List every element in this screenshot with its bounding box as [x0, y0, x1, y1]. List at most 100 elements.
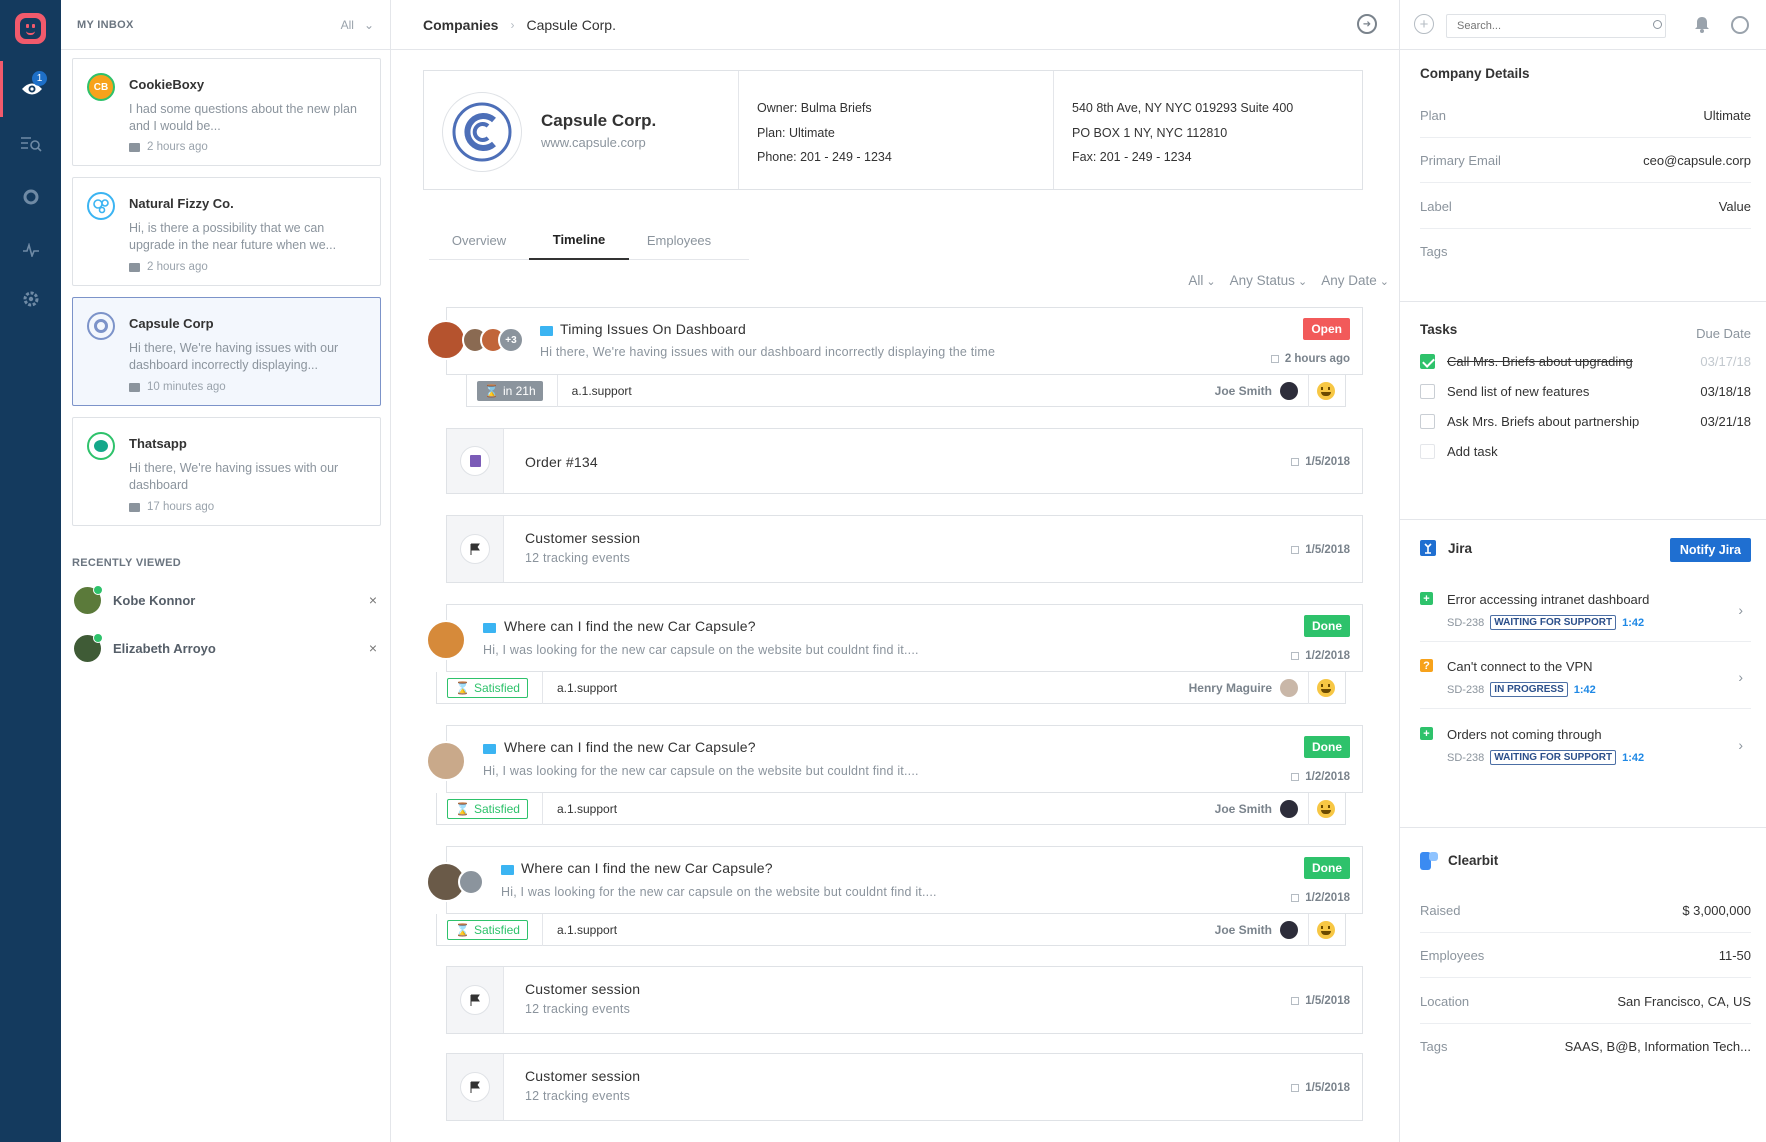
conversation-message: Hi there, We're having issues with our d… [129, 461, 339, 492]
close-icon[interactable]: × [364, 640, 382, 656]
notify-jira-button[interactable]: Notify Jira [1669, 538, 1751, 562]
add-task-link[interactable]: Add task [1447, 444, 1751, 459]
nav-search[interactable] [0, 116, 61, 172]
capsule-logo-icon [94, 319, 108, 333]
hourglass-icon: ⌛ [455, 922, 470, 937]
session-gutter [447, 1054, 504, 1120]
timeline-subtitle: 12 tracking events [525, 551, 631, 565]
conversation-card[interactable]: Natural Fizzy Co. Hi, is there a possibi… [72, 177, 381, 286]
timeline-session[interactable]: Customer session 12 tracking events 1/5/… [446, 966, 1363, 1034]
agent-avatar [1280, 920, 1298, 939]
avatar [426, 620, 466, 660]
tab-overview[interactable]: Overview [429, 220, 529, 260]
timeline-time: 1/5/2018 [1291, 1082, 1350, 1094]
right-panel: + Company Details Plan Ultimate Primary E… [1399, 0, 1766, 1142]
checkbox[interactable] [1420, 384, 1435, 399]
jira-issue[interactable]: + Orders not coming through SD-238 WAITIN… [1420, 717, 1751, 777]
timeline-order[interactable]: Order #134 1/5/2018 [446, 428, 1363, 494]
order-gutter [447, 429, 504, 493]
satisfied-text: Satisfied [473, 680, 520, 695]
pobox-text: PO BOX 1 NY, NYC 112810 [1072, 125, 1228, 140]
clearbit-key: Raised [1420, 902, 1461, 918]
tasks-section: Tasks Due Date Call Mrs. Briefs about up… [1400, 302, 1766, 520]
clearbit-value: $ 3,000,000 [1682, 902, 1751, 918]
timeline-conversation[interactable]: Where can I find the new Car Capsule? Hi… [446, 604, 1363, 672]
time-text: 1/5/2018 [1305, 1082, 1350, 1094]
timeline-snippet: Hi, I was looking for the new car capsul… [501, 885, 937, 899]
section-title: Clearbit [1448, 853, 1499, 868]
sla-text: in 21h [502, 383, 536, 398]
filter-date[interactable]: Any Date [1321, 273, 1389, 288]
calendar-icon [1291, 458, 1300, 466]
arrow-right-circle-icon[interactable]: ➜ [1357, 14, 1377, 34]
plus-icon[interactable]: + [1414, 14, 1434, 34]
agent-avatar [1280, 678, 1298, 697]
timeline-snippet: Hi there, We're having issues with our d… [540, 345, 996, 359]
plus-square-icon: + [1420, 727, 1433, 740]
detail-value[interactable]: ceo@capsule.corp [1643, 153, 1751, 168]
nav-reports[interactable] [0, 169, 61, 225]
close-icon[interactable]: × [364, 592, 382, 608]
agent-name: Joe Smith [1214, 801, 1272, 816]
timeline-conversation[interactable]: Where can I find the new Car Capsule? Hi… [446, 725, 1363, 793]
satisfied-tag: ⌛ Satisfied [447, 677, 528, 698]
breadcrumb-parent[interactable]: Companies [423, 17, 498, 33]
inbox-filter-dropdown[interactable]: All ⌄ [341, 18, 374, 32]
clearbit-key: Employees [1420, 947, 1485, 963]
jira-time: 1:42 [1573, 683, 1596, 696]
checkbox[interactable] [1420, 354, 1435, 369]
nav-activity[interactable] [0, 222, 61, 278]
search-input[interactable] [1446, 14, 1666, 38]
detail-value[interactable]: Value [1719, 199, 1751, 214]
smile-emoji-icon [1317, 381, 1335, 400]
time-text: 2 hours ago [147, 261, 208, 273]
timeline-subtitle: 12 tracking events [525, 1089, 631, 1103]
globe-icon[interactable] [1731, 16, 1749, 34]
task-item[interactable]: Send list of new features 03/18/18 [1420, 378, 1751, 405]
recent-item[interactable]: Kobe Konnor × [72, 580, 382, 620]
company-details-section: Company Details Plan Ultimate Primary Ema… [1400, 50, 1766, 302]
conversation-card[interactable]: Thatsapp Hi there, We're having issues w… [72, 417, 381, 526]
time-text: 2 hours ago [1284, 353, 1350, 365]
timeline-conversation[interactable]: Where can I find the new Car Capsule? Hi… [446, 846, 1363, 914]
bell-icon[interactable] [1694, 16, 1710, 33]
jira-key: SD-238 [1447, 616, 1485, 629]
filter-status[interactable]: Any Status [1230, 273, 1308, 288]
section-title: Company Details [1420, 66, 1530, 81]
bubbles-icon [93, 199, 109, 214]
timeline-title: Where can I find the new Car Capsule? [504, 618, 756, 634]
company-logo [87, 312, 115, 340]
tab-timeline[interactable]: Timeline [529, 220, 629, 260]
conversation-name: Thatsapp [129, 436, 187, 451]
add-task-row[interactable]: Add task [1420, 438, 1751, 465]
conversation-message: Hi, is there a possibility that we can u… [129, 221, 337, 252]
recent-item[interactable]: Elizabeth Arroyo × [72, 628, 382, 668]
timeline-filters: All Any Status Any Date [1188, 273, 1389, 288]
task-item[interactable]: Ask Mrs. Briefs about partnership 03/21/1… [1420, 408, 1751, 435]
jira-issue[interactable]: ? Can't connect to the VPN SD-238 IN PROG… [1420, 649, 1751, 709]
task-item[interactable]: Call Mrs. Briefs about upgrading 03/17/18 [1420, 348, 1751, 375]
company-url[interactable]: www.capsule.corp [541, 135, 646, 150]
timeline-conversation[interactable]: Timing Issues On Dashboard Hi there, We'… [446, 307, 1363, 375]
status-badge: Done [1304, 615, 1350, 637]
capsule-corp-logo-icon [452, 102, 512, 162]
app-logo-icon[interactable] [15, 13, 46, 44]
jira-issue[interactable]: + Error accessing intranet dashboard SD-… [1420, 582, 1751, 642]
timeline-session[interactable]: Customer session 12 tracking events 1/5/… [446, 1053, 1363, 1121]
company-owner-info: Owner: Bulma Briefs Plan: Ultimate Phone… [738, 71, 1053, 189]
conversation-card[interactable]: Capsule Corp Hi there, We're having issu… [72, 297, 381, 406]
detail-value[interactable]: Ultimate [1703, 108, 1751, 123]
mail-icon [483, 623, 496, 633]
timeline-session[interactable]: Customer session 12 tracking events 1/5/… [446, 515, 1363, 583]
nav-settings[interactable] [0, 271, 61, 327]
time-text: 10 minutes ago [147, 381, 226, 393]
nav-inbox[interactable]: 1 [0, 61, 61, 117]
calendar-icon [1291, 997, 1300, 1005]
conversation-card[interactable]: CB CookieBoxy I had some questions about… [72, 58, 381, 166]
satisfied-text: Satisfied [473, 801, 520, 816]
tab-employees[interactable]: Employees [629, 220, 729, 260]
pulse-icon [22, 243, 39, 257]
satisfied-tag: ⌛ Satisfied [447, 798, 528, 819]
checkbox[interactable] [1420, 414, 1435, 429]
filter-all[interactable]: All [1188, 273, 1215, 288]
